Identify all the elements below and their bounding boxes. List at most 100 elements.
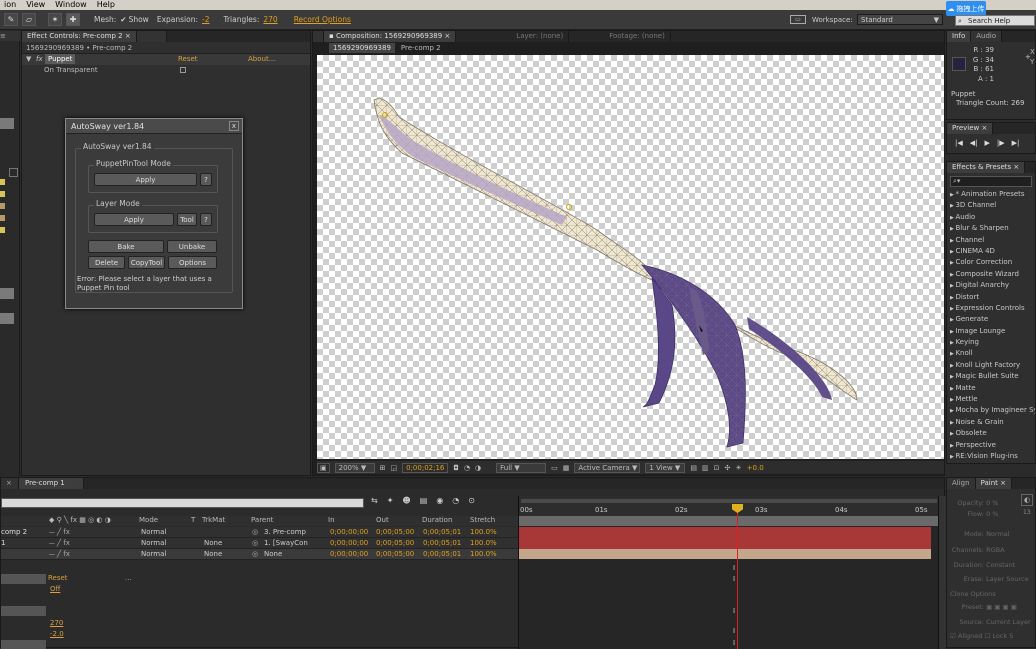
close-icon[interactable]: × <box>444 32 450 40</box>
eraser-tool-icon[interactable]: ▱ <box>22 13 36 26</box>
on-transparent-checkbox[interactable] <box>180 67 186 73</box>
clone-preset-icons[interactable]: ▣ ▣ ▣ ▣ <box>986 603 1017 611</box>
layer-duration[interactable]: 0;00;05;01 <box>423 550 461 558</box>
menu-view[interactable]: View <box>26 0 45 10</box>
effects-category-item[interactable]: ▶ Digital Anarchy <box>947 280 1035 291</box>
layer-parent-select[interactable]: 3. Pre-comp <box>264 528 306 536</box>
subtab-precomp[interactable]: Pre-comp 2 <box>397 44 445 52</box>
effects-category-item[interactable]: ▶ Expression Controls <box>947 303 1035 314</box>
search-help-input[interactable]: ⌕ Search Help <box>955 15 1035 26</box>
disclosure-triangle-icon[interactable]: ▼ <box>26 55 31 63</box>
layer-trkmat-select[interactable]: None <box>204 550 222 558</box>
layer-out-point[interactable]: 0;00;05;00 <box>376 550 414 558</box>
show-snapshot-icon[interactable]: ◔ <box>464 464 470 472</box>
dialog-titlebar[interactable]: AutoSway ver1.84 x <box>66 119 242 134</box>
layer-help-button[interactable]: ? <box>200 213 212 226</box>
paint-mode-select[interactable]: Normal <box>986 530 1010 538</box>
effects-category-item[interactable]: ▶ Blur & Sharpen <box>947 223 1035 234</box>
timeline-layer-row[interactable]: Normal None None 0;00;00;00 0;00;05;00 0;00;0… <box>1 549 518 560</box>
effects-category-item[interactable]: ▶ Composite Wizard <box>947 269 1035 280</box>
keyframe-marker[interactable]: I <box>733 575 735 583</box>
layer-switches-icon[interactable]: ⏤ ╱ fx <box>49 528 70 537</box>
layer-stretch[interactable]: 100.0% <box>470 550 497 558</box>
close-icon[interactable]: × <box>125 32 131 40</box>
reset-link[interactable]: Reset <box>178 55 198 63</box>
layer-trkmat-select[interactable]: None <box>204 539 222 547</box>
effects-category-item[interactable]: ▶ 3D Channel <box>947 200 1035 211</box>
effects-category-item[interactable]: ▶ Image Lounge <box>947 326 1035 337</box>
keyframe-marker[interactable]: I <box>733 627 735 635</box>
close-icon[interactable]: × <box>1000 479 1006 487</box>
prop-expansion-value[interactable]: -2.0 <box>50 630 64 638</box>
effect-row-puppet[interactable]: ▼ fx Puppet Reset About... <box>22 54 310 65</box>
keyframe-marker[interactable]: I <box>733 564 735 572</box>
tab-precomp-1[interactable]: Pre-comp 1 <box>19 478 84 489</box>
bake-button[interactable]: Bake <box>88 240 164 253</box>
layer-bar-3[interactable] <box>519 549 931 559</box>
flowchart-icon[interactable]: ✣ <box>725 464 731 472</box>
close-icon[interactable]: × <box>981 124 987 132</box>
timeline-search-input[interactable] <box>1 498 364 508</box>
effects-category-item[interactable]: ▶ Audio <box>947 212 1035 223</box>
effects-category-item[interactable]: ▶ CINEMA 4D <box>947 246 1035 257</box>
effects-category-item[interactable]: ▶ Matte <box>947 383 1035 394</box>
keyframe-marker[interactable]: I <box>733 639 735 647</box>
layer-bar-2[interactable] <box>519 538 931 549</box>
play-icon[interactable]: ▶ <box>985 139 990 147</box>
tab-paint[interactable]: Paint × <box>975 478 1012 489</box>
layer-switches-icon[interactable]: ⏤ ╱ fx <box>49 550 70 559</box>
frame-blend-icon[interactable]: ▤ <box>420 496 428 505</box>
layer-duration[interactable]: 0;00;05;01 <box>423 539 461 547</box>
show-mesh-checkbox[interactable]: ✔ <box>120 15 126 24</box>
effects-category-item[interactable]: ▶ Color Correction <box>947 257 1035 268</box>
cloud-upload-badge[interactable]: ☁ 拖拽上传 <box>946 1 986 16</box>
about-link[interactable]: About... <box>248 55 275 63</box>
snapshot-icon[interactable]: ◘ <box>453 464 459 472</box>
close-icon[interactable]: × <box>1013 163 1019 171</box>
tab-composition[interactable]: ▪ Composition: 1569290969389 × <box>324 31 457 42</box>
view-layout-select[interactable]: 1 View ▼ <box>645 462 686 473</box>
effects-search-input[interactable]: ⌕▾ <box>950 176 1032 187</box>
tab-menu[interactable] <box>136 31 167 42</box>
layer-switches-icon[interactable]: ⏤ ╱ fx <box>49 539 70 548</box>
effects-category-item[interactable]: ▶ Knoll Light Factory <box>947 360 1035 371</box>
aligned-checkbox[interactable]: ☑ <box>950 632 956 640</box>
tab-align[interactable]: Align <box>947 478 976 489</box>
tab-close-icon[interactable]: × <box>1 478 19 489</box>
expansion-value[interactable]: -2 <box>202 15 209 24</box>
prop-reset-link[interactable]: Reset <box>48 574 68 582</box>
prev-frame-icon[interactable]: ◀| <box>970 139 978 147</box>
tab-audio[interactable]: Audio <box>971 31 1003 42</box>
roi-icon[interactable]: ▭ <box>551 464 558 472</box>
always-preview-icon[interactable]: ▣ <box>317 462 330 473</box>
exposure-value[interactable]: +0.0 <box>747 464 764 472</box>
roto-brush-icon[interactable]: ✶ <box>48 13 62 26</box>
paint-source-select[interactable]: Current Layer <box>986 618 1031 626</box>
effects-category-item[interactable]: ▶ Mocha by Imagineer Sy <box>947 405 1035 416</box>
draft-3d-icon[interactable]: ✦ <box>387 496 394 505</box>
effects-category-item[interactable]: ▶ Distort <box>947 292 1035 303</box>
effects-category-item[interactable]: ▶ Keying <box>947 337 1035 348</box>
paint-flow-value[interactable]: 0 % <box>986 510 998 518</box>
timeline-layer-row[interactable]: comp 2 Normal 3. Pre-comp 0;00;00;00 0;00;05… <box>1 527 518 538</box>
first-frame-icon[interactable]: |◀ <box>955 139 963 147</box>
layer-in-point[interactable]: 0;00;00;00 <box>330 550 368 558</box>
fast-preview-icon[interactable]: ▥ <box>702 464 709 472</box>
paint-channels-select[interactable]: RGBA <box>986 546 1004 554</box>
unbake-button[interactable]: Unbake <box>167 240 217 253</box>
effects-category-item[interactable]: ▶ Generate <box>947 314 1035 325</box>
puppet-help-button[interactable]: ? <box>200 173 212 186</box>
layer-apply-button[interactable]: Apply <box>94 213 174 226</box>
safe-zones-icon[interactable]: ⊞ <box>380 464 386 472</box>
tab-effects-presets[interactable]: Effects & Presets × <box>947 162 1026 173</box>
effects-category-item[interactable]: ▶ Perspective <box>947 440 1035 451</box>
timeline-scrollbar[interactable] <box>938 496 946 649</box>
layer-in-point[interactable]: 0;00;00;00 <box>330 539 368 547</box>
tab-effect-controls[interactable]: Effect Controls: Pre-comp 2 × <box>22 31 137 42</box>
effects-category-item[interactable]: ▶ RE:Vision Plug-ins <box>947 451 1035 462</box>
layer-duration[interactable]: 0;00;05;01 <box>423 528 461 536</box>
keyframe-marker[interactable]: I <box>733 607 735 615</box>
lock-checkbox[interactable]: ☐ <box>984 632 990 640</box>
menu-help[interactable]: Help <box>97 0 115 10</box>
tab-preview[interactable]: Preview × <box>947 123 994 134</box>
